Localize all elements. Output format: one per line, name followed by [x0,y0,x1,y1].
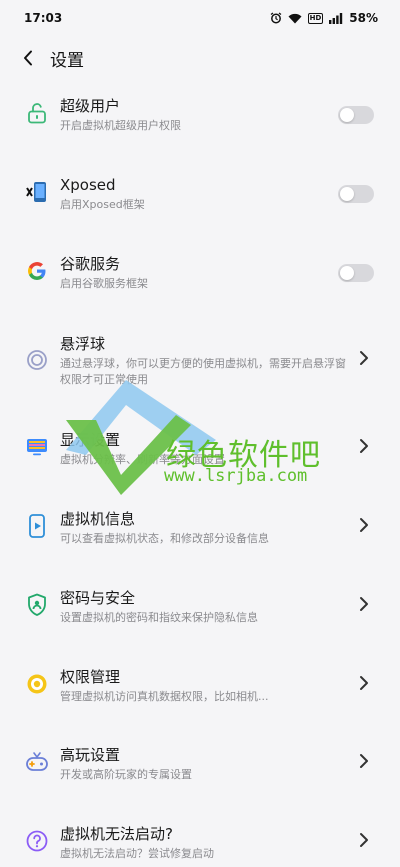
item-desc: 启用谷歌服务框架 [60,277,148,290]
hd-badge: HD [307,12,324,24]
alarm-icon [270,12,282,24]
shield-icon [24,592,50,618]
lock-open-icon [24,100,50,126]
item-title: 超级用户 [60,97,121,115]
item-desc: 设置虚拟机的密码和指纹来保护隐私信息 [60,611,258,624]
permission-icon [24,671,50,697]
google-services-toggle[interactable] [338,264,374,282]
chevron-right-icon [360,833,368,847]
item-title: 虚拟机无法启动? [60,825,173,843]
header: 设置 [0,38,400,78]
display-icon [24,434,50,460]
help-icon [24,828,50,854]
item-desc: 管理虚拟机访问真机数据权限，比如相机... [60,690,269,703]
item-title: Xposed [60,176,116,194]
gamepad-icon [24,749,50,775]
item-title: 虚拟机信息 [60,510,136,528]
item-floating-ball[interactable]: 悬浮球 通过悬浮球，你可以更方便的使用虚拟机，需要开启悬浮窗权限才可正常使用 [0,334,400,398]
item-title: 显示设置 [60,431,121,449]
phone-info-icon [24,513,50,539]
wifi-icon [288,13,302,24]
status-icons: HD 58% [270,11,378,25]
super-user-toggle[interactable] [338,106,374,124]
item-desc: 虚拟机分辨率、刷新率等方面设置 [60,453,225,466]
chevron-right-icon [360,439,368,453]
status-time: 17:03 [24,11,63,25]
toggle-knob [340,187,354,201]
floating-ball-icon [24,347,50,373]
xposed-icon [24,179,50,205]
item-desc: 开启虚拟机超级用户权限 [60,119,181,132]
item-desc: 可以查看虚拟机状态，和修改部分设备信息 [60,532,269,545]
item-permission-management[interactable]: 权限管理 管理虚拟机访问真机数据权限，比如相机... [0,667,400,723]
toggle-knob [340,266,354,280]
item-vm-info[interactable]: 虚拟机信息 可以查看虚拟机状态，和修改部分设备信息 [0,509,400,565]
item-title: 密码与安全 [60,589,136,607]
item-title: 高玩设置 [60,746,121,764]
item-title: 权限管理 [60,668,121,686]
chevron-right-icon [360,351,368,365]
item-google-services[interactable]: 谷歌服务 启用谷歌服务框架 [0,254,400,314]
item-desc: 虚拟机无法启动？尝试修复启动 [60,847,214,860]
item-title: 谷歌服务 [60,255,121,273]
item-desc: 通过悬浮球，你可以更方便的使用虚拟机，需要开启悬浮窗权限才可正常使用 [60,357,346,386]
toggle-knob [340,108,354,122]
chevron-right-icon [360,754,368,768]
item-super-user[interactable]: 超级用户 开启虚拟机超级用户权限 [0,96,400,156]
item-title: 悬浮球 [60,335,106,353]
signal-icon [329,12,343,24]
xposed-toggle[interactable] [338,185,374,203]
chevron-right-icon [360,518,368,532]
google-icon [24,258,50,284]
chevron-right-icon [360,676,368,690]
page-title: 设置 [50,50,84,71]
item-xposed[interactable]: Xposed 启用Xposed框架 [0,175,400,235]
status-bar: 17:03 HD 58% [0,0,400,36]
chevron-right-icon [360,597,368,611]
item-desc: 启用Xposed框架 [60,198,145,211]
item-password-security[interactable]: 密码与安全 设置虚拟机的密码和指纹来保护隐私信息 [0,588,400,644]
battery-text: 58% [349,11,378,25]
back-button[interactable] [0,38,56,78]
item-display-settings[interactable]: 显示设置 虚拟机分辨率、刷新率等方面设置 [0,430,400,486]
item-desc: 开发或高阶玩家的专属设置 [60,768,192,781]
item-advanced-settings[interactable]: 高玩设置 开发或高阶玩家的专属设置 [0,745,400,801]
back-arrow-icon [24,50,32,66]
item-vm-cannot-start[interactable]: 虚拟机无法启动? 虚拟机无法启动？尝试修复启动 [0,824,400,867]
